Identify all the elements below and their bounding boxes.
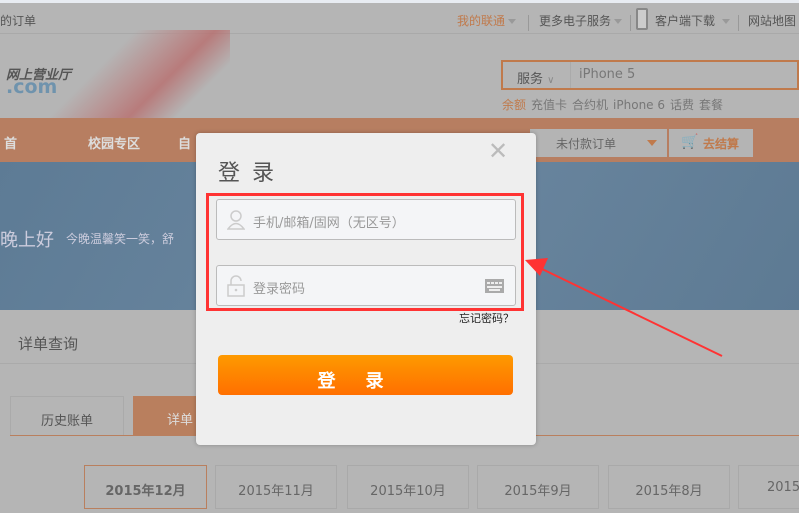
- red-arrow-annotation: [525, 258, 723, 357]
